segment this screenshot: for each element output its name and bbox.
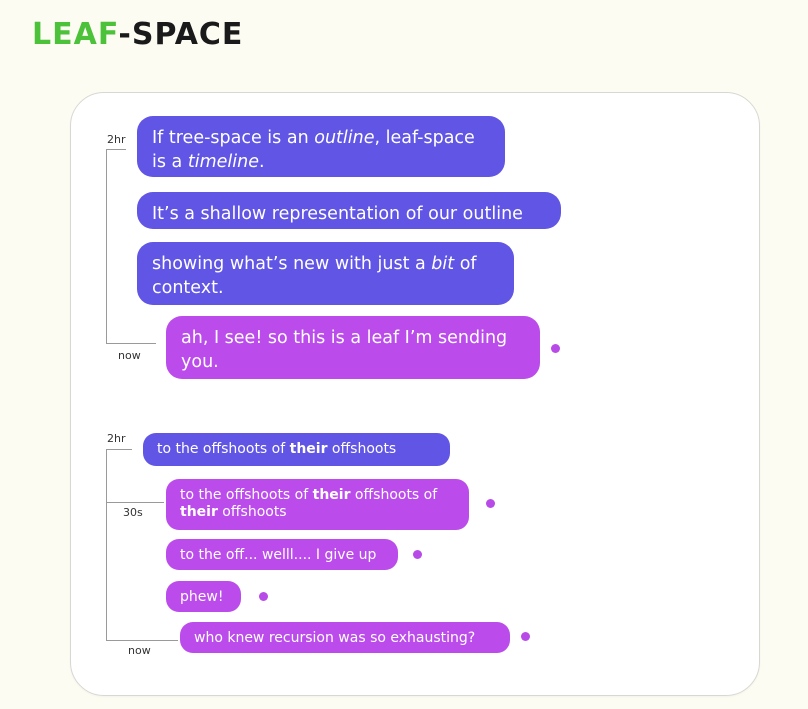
message-bubble[interactable]: It’s a shallow representation of our out… <box>137 192 561 229</box>
bold-text: their <box>312 487 351 503</box>
thread1-end-time: now <box>118 349 141 362</box>
message-text: . <box>258 152 265 172</box>
thread2-timeline <box>106 449 107 641</box>
thread1-top-tick <box>106 149 126 150</box>
message-text: ah, I see! so this is a leaf I’m sending… <box>181 328 508 372</box>
thread1-start-time: 2hr <box>107 133 126 146</box>
message-bubble[interactable]: phew! <box>166 581 241 612</box>
thread2-start-time: 2hr <box>107 432 126 445</box>
unread-dot <box>486 499 495 508</box>
message-bubble[interactable]: to the off... welll.... I give up <box>166 539 398 570</box>
message-text: offshoots <box>217 504 287 520</box>
italic-text: timeline <box>187 152 259 172</box>
logo-space: SPACE <box>131 17 244 52</box>
message-text: It’s a shallow representation of our out… <box>152 204 523 224</box>
message-text: to the offshoots of <box>157 441 290 457</box>
thread2-bottom-tick <box>106 640 178 641</box>
message-text: phew! <box>180 589 224 605</box>
message-text: to the offshoots of <box>180 487 313 503</box>
italic-text: outline <box>314 128 375 148</box>
message-text: who knew recursion was so exhausting? <box>194 630 476 646</box>
message-text: offshoots <box>327 441 397 457</box>
thread2-end-time: now <box>128 644 151 657</box>
message-bubble[interactable]: to the offshoots of their offshoots of t… <box>166 479 469 530</box>
bold-text: their <box>180 504 218 520</box>
thread2-mid-tick <box>106 502 164 503</box>
unread-dot <box>413 550 422 559</box>
message-text: offshoots of <box>350 487 438 503</box>
message-text: showing what’s new with just a <box>152 254 432 274</box>
conversation-card: 2hr now If tree-space is an outline, lea… <box>70 92 760 696</box>
logo-dash: - <box>118 17 132 52</box>
message-bubble[interactable]: ah, I see! so this is a leaf I’m sending… <box>166 316 540 379</box>
thread1-timeline <box>106 149 107 344</box>
message-text: If tree-space is an <box>152 128 315 148</box>
thread2-mid-time: 30s <box>123 506 143 519</box>
message-bubble[interactable]: showing what’s new with just a bit of co… <box>137 242 514 305</box>
message-bubble[interactable]: to the offshoots of their offshoots <box>143 433 450 466</box>
italic-text: bit <box>431 254 455 274</box>
message-bubble[interactable]: If tree-space is an outline, leaf-space … <box>137 116 505 177</box>
thread1-bottom-tick <box>106 343 156 344</box>
thread2-top-tick <box>106 449 132 450</box>
app-logo: LEAF-SPACE <box>32 18 243 52</box>
message-bubble[interactable]: who knew recursion was so exhausting? <box>180 622 510 653</box>
unread-dot <box>259 592 268 601</box>
unread-dot <box>551 344 560 353</box>
bold-text: their <box>289 441 328 457</box>
message-text: to the off... welll.... I give up <box>180 547 377 563</box>
unread-dot <box>521 632 530 641</box>
logo-leaf: LEAF <box>32 17 119 52</box>
